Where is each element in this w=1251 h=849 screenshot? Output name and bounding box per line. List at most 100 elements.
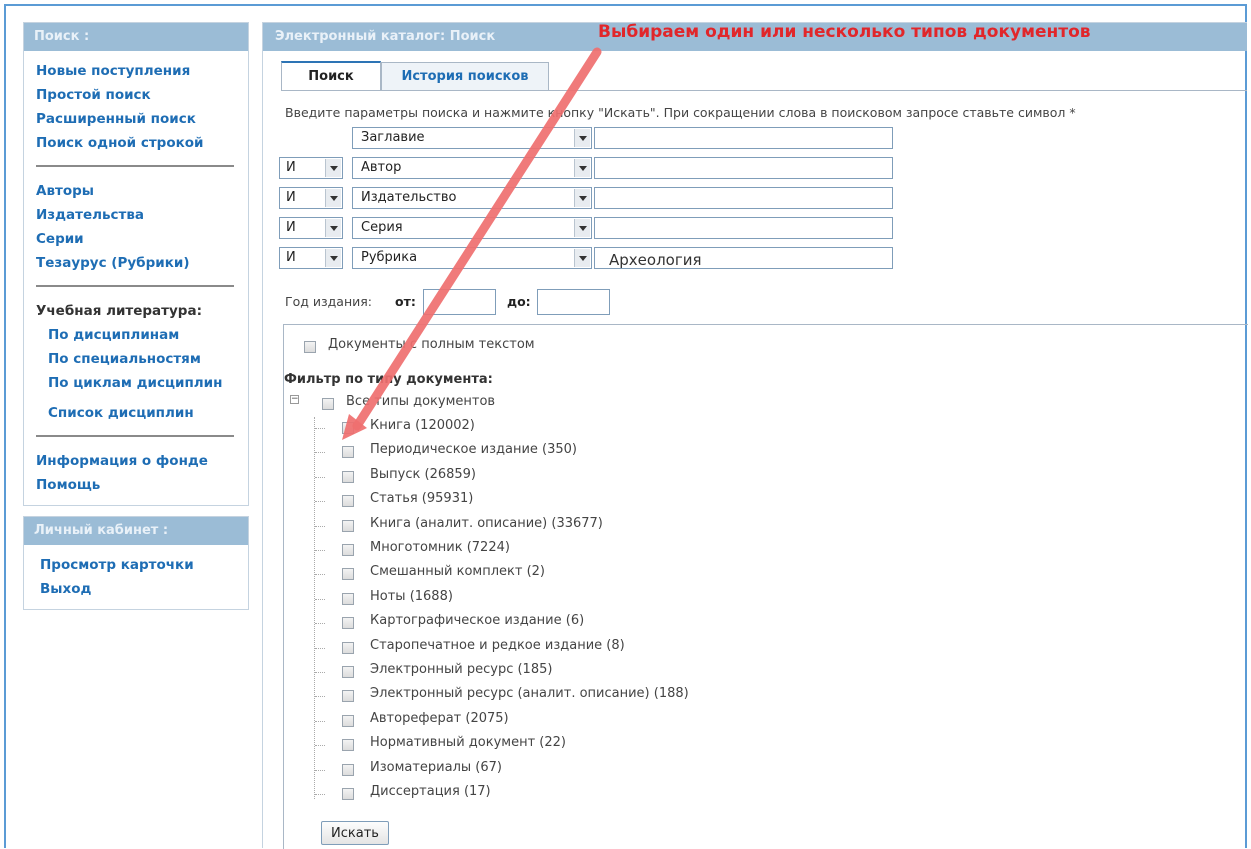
operator-value: И	[286, 250, 296, 265]
doc-type-label: Старопечатное и редкое издание (8)	[370, 637, 625, 653]
doc-type-label: Электронный ресурс (185)	[370, 662, 553, 677]
link-one-line-search[interactable]: Поиск одной строкой	[36, 131, 238, 155]
doc-type-checkbox[interactable]	[342, 495, 354, 508]
doc-type-checkbox[interactable]	[342, 568, 354, 581]
chevron-down-icon	[574, 219, 590, 237]
value-input[interactable]: Археология	[594, 247, 893, 269]
link-view-card[interactable]: Просмотр карточки	[40, 553, 238, 577]
field-select[interactable]: Заглавие	[352, 127, 592, 149]
field-select[interactable]: Рубрика	[352, 247, 592, 269]
doc-type-checkbox[interactable]	[342, 641, 354, 654]
tree-connector	[315, 745, 325, 747]
link-new-arrivals[interactable]: Новые поступления	[36, 59, 238, 83]
value-input[interactable]	[594, 187, 893, 209]
value-input[interactable]	[594, 127, 893, 149]
doc-type-checkbox[interactable]	[342, 690, 354, 703]
tree-connector	[315, 428, 325, 429]
value-input[interactable]	[594, 157, 893, 179]
year-to-input[interactable]	[537, 289, 610, 315]
doc-type-checkbox[interactable]	[342, 470, 354, 483]
link-by-specialties[interactable]: По специальностям	[36, 347, 238, 371]
link-fund-info[interactable]: Информация о фонде	[36, 449, 238, 473]
link-discipline-list[interactable]: Список дисциплин	[36, 401, 238, 425]
field-select-value: Автор	[361, 160, 402, 175]
year-from-input[interactable]	[423, 289, 496, 315]
tree-connector	[315, 623, 325, 625]
field-select-value: Рубрика	[361, 250, 418, 265]
link-thesaurus[interactable]: Тезаурус (Рубрики)	[36, 251, 238, 275]
operator-value: И	[286, 220, 296, 235]
doc-type-checkbox[interactable]	[342, 519, 354, 532]
link-series[interactable]: Серии	[36, 227, 238, 251]
operator-select[interactable]: И	[279, 157, 343, 179]
field-select[interactable]: Автор	[352, 157, 592, 179]
doc-type-checkbox[interactable]	[342, 788, 354, 800]
value-input[interactable]	[594, 217, 893, 239]
doc-type-checkbox[interactable]	[342, 544, 354, 556]
doc-type-label: Ноты (1688)	[370, 588, 453, 604]
doc-type-label: Изоматериалы (67)	[370, 759, 502, 775]
tree-connector	[315, 574, 325, 576]
chevron-down-icon	[574, 159, 590, 177]
link-logout[interactable]: Выход	[40, 577, 238, 601]
doc-type-label: Картографическое издание (6)	[370, 613, 585, 629]
link-authors[interactable]: Авторы	[36, 179, 238, 203]
doc-type-checkbox[interactable]	[342, 592, 354, 605]
tree-connector	[315, 501, 325, 503]
doc-type-label: Многотомник (7224)	[370, 540, 510, 555]
chevron-down-icon	[574, 189, 590, 207]
tree-connector	[315, 769, 325, 771]
search-button[interactable]: Искать	[321, 821, 389, 845]
year-from-label: от:	[395, 294, 416, 309]
year-label: Год издания:	[285, 294, 372, 309]
doc-type-label: Книга (120002)	[370, 418, 475, 433]
field-select-value: Заглавие	[361, 130, 425, 145]
operator-select[interactable]: И	[279, 217, 343, 239]
doc-type-checkbox[interactable]	[342, 617, 354, 630]
all-types-checkbox[interactable]	[322, 398, 334, 410]
operator-select[interactable]: И	[279, 247, 343, 269]
cabinet-box: Личный кабинет : Просмотр карточки Выход	[23, 516, 249, 610]
link-help[interactable]: Помощь	[36, 473, 238, 497]
link-publishers[interactable]: Издательства	[36, 203, 238, 227]
doc-type-checkbox[interactable]	[342, 714, 354, 727]
search-box-title: Поиск :	[24, 23, 248, 51]
operator-value: И	[286, 160, 296, 175]
tree-connector	[315, 794, 325, 795]
tree-line	[314, 417, 315, 799]
doc-type-checkbox[interactable]	[342, 446, 354, 459]
link-by-cycles[interactable]: По циклам дисциплин	[36, 371, 238, 395]
divider	[36, 435, 234, 437]
filter-panel: Документы с полным текстом Фильтр по тип…	[283, 324, 1248, 849]
operator-select[interactable]: И	[279, 187, 343, 209]
edu-heading: Учебная литература:	[36, 303, 202, 319]
chevron-down-icon	[325, 159, 341, 177]
cabinet-box-title: Личный кабинет :	[24, 517, 248, 545]
link-advanced-search[interactable]: Расширенный поиск	[36, 107, 238, 131]
tab-history[interactable]: История поисков	[381, 62, 549, 91]
tree-connector	[315, 720, 325, 722]
divider	[36, 285, 234, 287]
doc-type-checkbox[interactable]	[342, 422, 354, 434]
main-panel: Электронный каталог: Поиск Поиск История…	[262, 22, 1248, 849]
doc-type-label: Смешанный комплект (2)	[370, 564, 545, 580]
doc-type-checkbox[interactable]	[342, 763, 354, 776]
value-input-text: Археология	[609, 251, 702, 269]
link-simple-search[interactable]: Простой поиск	[36, 83, 238, 107]
tree-connector	[315, 476, 325, 478]
tree-connector	[315, 550, 325, 551]
link-by-disciplines[interactable]: По дисциплинам	[36, 323, 238, 347]
tree-connector	[315, 696, 325, 698]
field-select[interactable]: Серия	[352, 217, 592, 239]
operator-value: И	[286, 190, 296, 205]
chevron-down-icon	[325, 219, 341, 237]
field-select[interactable]: Издательство	[352, 187, 592, 209]
doc-type-checkbox[interactable]	[342, 739, 354, 752]
doc-type-checkbox[interactable]	[342, 666, 354, 678]
filter-title: Фильтр по типу документа:	[284, 372, 493, 387]
doc-type-label: Периодическое издание (350)	[370, 442, 577, 458]
collapse-icon[interactable]: −	[290, 395, 299, 404]
fulltext-checkbox[interactable]	[304, 341, 316, 353]
tab-search[interactable]: Поиск	[281, 61, 381, 91]
tree-connector	[315, 598, 325, 600]
